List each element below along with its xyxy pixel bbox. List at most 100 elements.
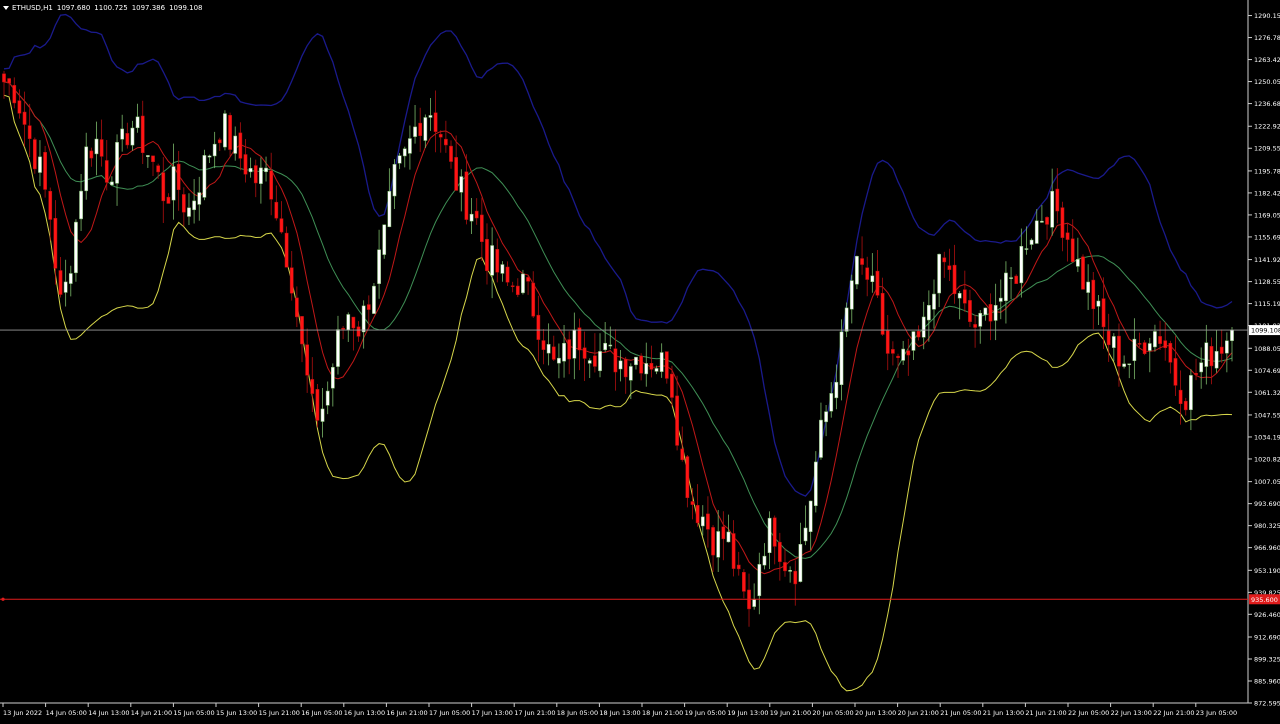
candle-body[interactable] bbox=[135, 116, 140, 129]
candle-body[interactable] bbox=[685, 456, 690, 498]
candle-body[interactable] bbox=[762, 555, 767, 566]
candle-body[interactable] bbox=[736, 564, 741, 570]
candle-body[interactable] bbox=[53, 218, 58, 269]
candle-body[interactable] bbox=[577, 327, 582, 351]
candle-body[interactable] bbox=[690, 501, 695, 505]
candle-body[interactable] bbox=[212, 143, 217, 157]
candle-body[interactable] bbox=[731, 533, 736, 569]
candle-body[interactable] bbox=[557, 357, 561, 364]
candle-body[interactable] bbox=[387, 191, 392, 228]
candle-body[interactable] bbox=[968, 300, 972, 322]
candle-body[interactable] bbox=[22, 111, 27, 125]
candle-body[interactable] bbox=[1045, 217, 1049, 225]
candle-body[interactable] bbox=[140, 115, 145, 153]
candle-body[interactable] bbox=[1091, 279, 1096, 310]
candle-body[interactable] bbox=[829, 393, 834, 412]
candle-body[interactable] bbox=[1122, 363, 1126, 367]
candle-body[interactable] bbox=[223, 113, 227, 148]
candle-body[interactable] bbox=[1009, 277, 1013, 279]
candle-body[interactable] bbox=[125, 133, 130, 146]
candle-body[interactable] bbox=[99, 139, 104, 157]
candle-body[interactable] bbox=[1106, 330, 1111, 346]
candle-body[interactable] bbox=[706, 513, 710, 530]
candle-body[interactable] bbox=[957, 293, 962, 299]
candle-body[interactable] bbox=[259, 167, 263, 184]
candle-body[interactable] bbox=[428, 115, 433, 118]
candle-body[interactable] bbox=[207, 155, 212, 158]
candle-body[interactable] bbox=[716, 531, 721, 558]
candle-body[interactable] bbox=[156, 165, 160, 173]
candle-body[interactable] bbox=[587, 360, 592, 364]
candle-body[interactable] bbox=[510, 285, 515, 287]
candle-body[interactable] bbox=[515, 285, 520, 295]
candle-body[interactable] bbox=[289, 267, 294, 294]
candle-body[interactable] bbox=[351, 316, 356, 329]
candle-body[interactable] bbox=[79, 190, 83, 220]
candle-body[interactable] bbox=[1214, 351, 1219, 369]
candle-body[interactable] bbox=[408, 138, 412, 154]
candle-body[interactable] bbox=[1147, 343, 1152, 351]
candle-body[interactable] bbox=[202, 155, 207, 198]
candle-body[interactable] bbox=[151, 155, 155, 162]
candle-body[interactable] bbox=[664, 351, 669, 379]
candle-body[interactable] bbox=[341, 327, 345, 330]
candle-body[interactable] bbox=[490, 245, 494, 276]
candle-body[interactable] bbox=[721, 526, 726, 540]
candle-body[interactable] bbox=[346, 314, 351, 331]
candle-body[interactable] bbox=[700, 516, 705, 527]
candle-body[interactable] bbox=[654, 368, 659, 372]
candle-body[interactable] bbox=[68, 273, 73, 284]
candle-body[interactable] bbox=[305, 344, 309, 376]
candle-body[interactable] bbox=[1225, 340, 1229, 354]
candle-body[interactable] bbox=[171, 166, 176, 201]
candle-body[interactable] bbox=[495, 249, 500, 273]
candle-body[interactable] bbox=[536, 314, 541, 340]
candle-body[interactable] bbox=[860, 258, 864, 265]
candle-body[interactable] bbox=[1189, 375, 1193, 411]
candle-body[interactable] bbox=[849, 280, 854, 310]
candle-body[interactable] bbox=[500, 264, 505, 274]
candle-body[interactable] bbox=[274, 201, 279, 219]
candle-body[interactable] bbox=[1050, 190, 1055, 228]
candle-body[interactable] bbox=[181, 194, 186, 213]
candle-body[interactable] bbox=[474, 210, 479, 219]
candle-body[interactable] bbox=[680, 448, 685, 461]
candle-body[interactable] bbox=[233, 135, 238, 154]
price-chart[interactable]: 1290.155 1276.785 1263.420 1250.055 1236.685… bbox=[0, 0, 1280, 720]
candle-body[interactable] bbox=[228, 115, 232, 150]
candle-body[interactable] bbox=[1127, 363, 1132, 366]
candle-body[interactable] bbox=[1209, 346, 1214, 367]
candle-body[interactable] bbox=[834, 381, 839, 399]
candle-body[interactable] bbox=[48, 190, 53, 220]
candle-body[interactable] bbox=[993, 305, 998, 321]
candle-body[interactable] bbox=[58, 270, 63, 295]
candle-body[interactable] bbox=[469, 213, 474, 222]
candle-body[interactable] bbox=[695, 505, 700, 524]
candle-body[interactable] bbox=[942, 257, 947, 263]
candle-body[interactable] bbox=[166, 196, 171, 204]
level-anchor-point[interactable] bbox=[1, 597, 5, 601]
candle-body[interactable] bbox=[870, 275, 875, 283]
candle-body[interactable] bbox=[1230, 329, 1234, 342]
candle-body[interactable] bbox=[639, 355, 643, 374]
candle-body[interactable] bbox=[778, 541, 782, 562]
candle-body[interactable] bbox=[623, 358, 628, 378]
candle-body[interactable] bbox=[798, 544, 803, 582]
candle-body[interactable] bbox=[531, 282, 536, 317]
candle-body[interactable] bbox=[1014, 275, 1019, 284]
candle-body[interactable] bbox=[217, 139, 222, 144]
candle-body[interactable] bbox=[1194, 373, 1198, 375]
candle-body[interactable] bbox=[793, 570, 798, 585]
candle-body[interactable] bbox=[932, 293, 936, 310]
candle-body[interactable] bbox=[952, 264, 957, 295]
candle-body[interactable] bbox=[104, 160, 109, 183]
candle-body[interactable] bbox=[479, 214, 484, 242]
candle-body[interactable] bbox=[438, 134, 443, 138]
candle-body[interactable] bbox=[1004, 272, 1008, 301]
candle-body[interactable] bbox=[110, 181, 114, 186]
candle-body[interactable] bbox=[1199, 362, 1204, 373]
candle-body[interactable] bbox=[803, 527, 808, 542]
candle-body[interactable] bbox=[839, 331, 844, 385]
candle-body[interactable] bbox=[906, 350, 911, 356]
candle-body[interactable] bbox=[819, 419, 823, 458]
